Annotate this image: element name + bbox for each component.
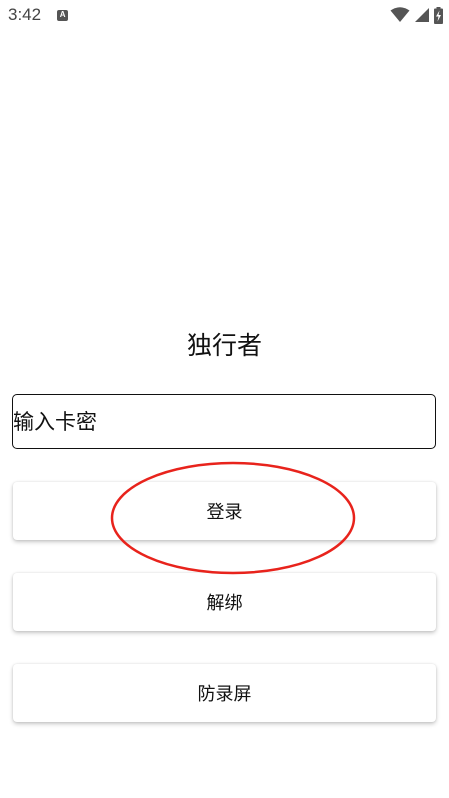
activation-code-input[interactable] [12, 394, 436, 449]
notification-icon: A [57, 9, 69, 21]
status-bar: 3:42 A [0, 0, 449, 30]
anti-record-button[interactable]: 防录屏 [13, 664, 436, 722]
battery-charging-icon [434, 6, 443, 24]
app-title: 独行者 [186, 331, 262, 360]
status-time: 3:42 [8, 5, 42, 24]
unbind-button[interactable]: 解绑 [13, 573, 436, 631]
status-right [390, 6, 443, 24]
wifi-icon [390, 7, 410, 22]
app-screen: 3:42 A 独行者 登录 解绑 防录屏 [0, 0, 449, 798]
signal-icon [415, 8, 429, 22]
login-button[interactable]: 登录 [13, 482, 436, 540]
notification-icon-letter: A [59, 10, 66, 19]
status-left: 3:42 A [8, 0, 69, 30]
